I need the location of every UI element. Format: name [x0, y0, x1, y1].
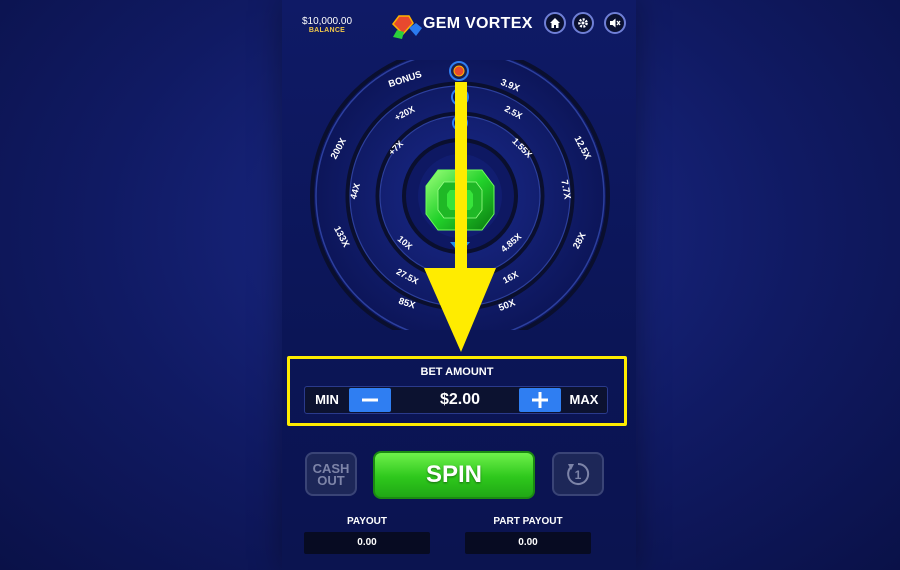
payout-value: 0.00 — [304, 532, 430, 554]
cashout-label-line2: OUT — [317, 473, 345, 488]
autoplay-button[interactable]: 1 — [552, 452, 604, 496]
balance-label: BALANCE — [308, 27, 346, 34]
autoplay-count: 1 — [575, 468, 582, 482]
game-title: GEM VORTEX — [423, 15, 533, 32]
balance-display: $10,000.00 BALANCE — [296, 16, 358, 34]
home-button[interactable] — [544, 12, 566, 34]
balance-amount: $10,000.00 — [301, 16, 353, 27]
plus-icon — [532, 392, 548, 408]
replay-icon: 1 — [567, 462, 590, 485]
part-payout-value: 0.00 — [465, 532, 591, 554]
gear-icon — [578, 18, 588, 28]
payout-label: PAYOUT — [346, 516, 387, 527]
decrease-bet-button[interactable] — [349, 388, 391, 412]
bet-amount-panel: BET AMOUNT MIN $2.00 MAX — [287, 356, 627, 426]
bet-stepper: MIN $2.00 MAX — [304, 386, 608, 414]
game-logo: GEM VORTEX — [389, 10, 534, 40]
max-bet-button[interactable]: MAX — [562, 387, 606, 413]
part-payout-label: PART PAYOUT — [493, 516, 563, 527]
annotation-arrow — [424, 82, 496, 352]
bet-value: $2.00 — [439, 391, 481, 408]
settings-button[interactable] — [572, 12, 594, 34]
gem-logo-icon — [392, 15, 422, 39]
minus-icon — [362, 398, 378, 402]
increase-bet-button[interactable] — [519, 388, 561, 412]
bet-amount-label: BET AMOUNT — [420, 366, 494, 378]
mute-icon — [610, 18, 621, 28]
sound-button[interactable] — [604, 12, 626, 34]
spin-button[interactable]: SPIN — [373, 451, 535, 499]
min-bet-button[interactable]: MIN — [305, 387, 349, 413]
home-icon — [550, 18, 560, 28]
cashout-button[interactable]: CASH OUT — [305, 452, 357, 496]
